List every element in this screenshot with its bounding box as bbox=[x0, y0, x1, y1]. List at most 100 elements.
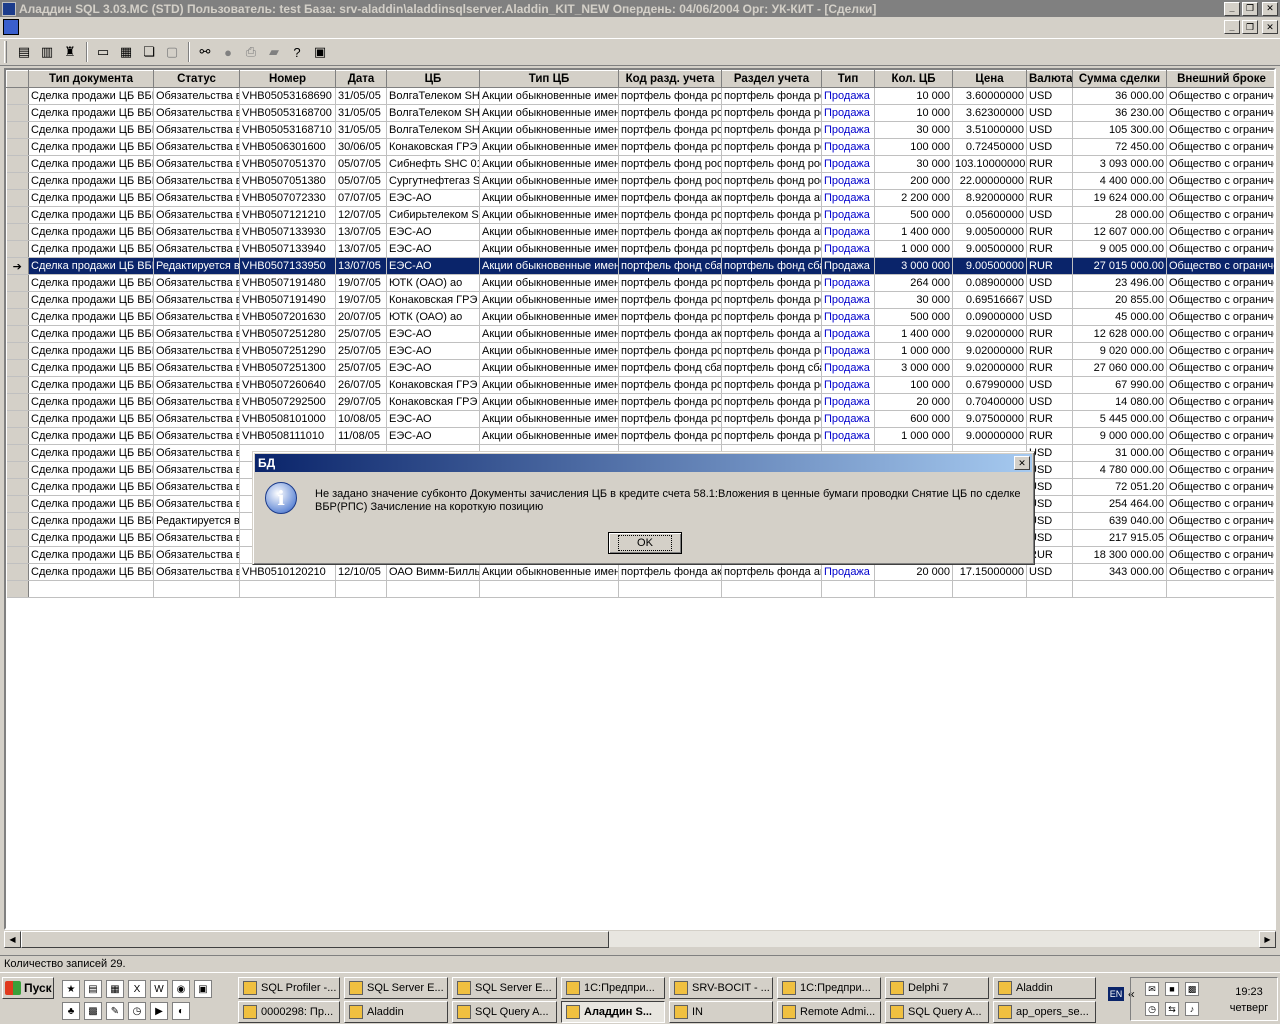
table-cell[interactable]: ЮТК (ОАО) ао bbox=[386, 274, 480, 292]
table-cell[interactable]: VHB0510120210 bbox=[239, 563, 336, 581]
table-cell[interactable]: Сделка продажи ЦБ ВБР bbox=[28, 223, 154, 241]
table-cell[interactable]: Акции обыкновенные имен bbox=[479, 189, 619, 207]
table-cell[interactable]: 05/07/05 bbox=[335, 155, 387, 173]
table-cell[interactable]: Сделка продажи ЦБ ВБР bbox=[28, 104, 154, 122]
table-cell[interactable]: Общество с ограниче bbox=[1166, 342, 1274, 360]
table-cell[interactable]: 19/07/05 bbox=[335, 274, 387, 292]
table-row[interactable]: Сделка продажи ЦБ ВБР Обязательства в VHB0… bbox=[6, 138, 1274, 156]
row-indicator[interactable] bbox=[6, 104, 29, 122]
table-cell[interactable]: Редактируется в bbox=[153, 257, 240, 275]
table-cell[interactable]: 105 300.00 bbox=[1072, 121, 1167, 139]
taskbar-button[interactable]: SQL Server E... bbox=[344, 977, 448, 999]
table-cell[interactable]: портфель фонда рс bbox=[721, 104, 822, 122]
table-cell[interactable]: портфель фонда рс bbox=[721, 87, 822, 105]
table-cell[interactable]: ВолгаТелеком SH bbox=[386, 104, 480, 122]
column-header[interactable]: Тип документа bbox=[28, 70, 154, 88]
table-cell[interactable]: 0.67990000 bbox=[952, 376, 1027, 394]
table-cell[interactable]: ЕЭС-АО bbox=[386, 427, 480, 445]
table-row[interactable]: Сделка продажи ЦБ ВБР Обязательства в VHB0… bbox=[6, 155, 1274, 173]
table-cell[interactable]: USD bbox=[1026, 138, 1073, 156]
table-cell[interactable]: ЕЭС-АО bbox=[386, 240, 480, 258]
table-cell[interactable]: 2 200 000 bbox=[874, 189, 953, 207]
taskbar-button[interactable]: 1С:Предпри... bbox=[777, 977, 881, 999]
row-indicator[interactable] bbox=[6, 563, 29, 581]
table-cell[interactable]: VHB0507292500 bbox=[239, 393, 336, 411]
table-cell[interactable]: Общество с ограниче bbox=[1166, 189, 1274, 207]
row-indicator[interactable] bbox=[6, 155, 29, 173]
table-cell[interactable]: Обязательства в bbox=[153, 87, 240, 105]
table-cell[interactable]: Общество с ограниче bbox=[1166, 325, 1274, 343]
table-row[interactable]: ➔ Сделка продажи ЦБ ВБР Редактируется в VHB… bbox=[6, 257, 1274, 275]
table-cell[interactable]: Общество с ограниче bbox=[1166, 206, 1274, 224]
horizontal-scrollbar[interactable]: ◀ ▶ bbox=[4, 930, 1276, 948]
table-row[interactable]: Сделка продажи ЦБ ВБР Обязательства в VHB0… bbox=[6, 87, 1274, 105]
quicklaunch-icon[interactable]: ◷ bbox=[128, 1002, 146, 1020]
table-cell[interactable]: USD bbox=[1026, 376, 1073, 394]
table-cell[interactable]: Акции обыкновенные имен bbox=[479, 257, 619, 275]
taskbar-button[interactable]: 1С:Предпри... bbox=[561, 977, 665, 999]
table-cell[interactable]: Акции обыкновенные имен bbox=[479, 427, 619, 445]
table-cell[interactable]: Обязательства в bbox=[153, 274, 240, 292]
table-cell[interactable]: Сибирьтелеком S bbox=[386, 206, 480, 224]
table-row[interactable]: Сделка продажи ЦБ ВБР Обязательства в VHB0… bbox=[6, 240, 1274, 258]
table-row[interactable]: Сделка продажи ЦБ ВБР Обязательства в VHB0… bbox=[6, 308, 1274, 326]
table-cell[interactable]: 31/05/05 bbox=[335, 104, 387, 122]
table-cell[interactable]: Конаковская ГРЭ bbox=[386, 291, 480, 309]
table-cell[interactable]: Общество с ограниче bbox=[1166, 461, 1274, 479]
table-cell[interactable]: Общество с ограниче bbox=[1166, 393, 1274, 411]
table-cell[interactable]: Обязательства в bbox=[153, 206, 240, 224]
table-cell[interactable]: Акции обыкновенные имен bbox=[479, 240, 619, 258]
table-cell[interactable]: ЕЭС-АО bbox=[386, 325, 480, 343]
table-cell[interactable]: портфель фонда рс bbox=[721, 410, 822, 428]
table-cell[interactable]: Сделка продажи ЦБ ВБР bbox=[28, 563, 154, 581]
table-cell[interactable]: VHB0507133930 bbox=[239, 223, 336, 241]
table-cell[interactable]: Общество с ограниче bbox=[1166, 155, 1274, 173]
table-cell[interactable]: Акции обыкновенные имен bbox=[479, 206, 619, 224]
table-cell[interactable]: ЕЭС-АО bbox=[386, 410, 480, 428]
table-cell[interactable]: 9.00500000 bbox=[952, 223, 1027, 241]
taskbar-button[interactable]: SQL Query A... bbox=[885, 1001, 989, 1023]
table-cell[interactable]: 3 093 000.00 bbox=[1072, 155, 1167, 173]
table-cell[interactable]: RUR bbox=[1026, 240, 1073, 258]
table-cell[interactable]: Обязательства в bbox=[153, 376, 240, 394]
table-cell[interactable]: Акции обыкновенные имен bbox=[479, 104, 619, 122]
table-cell[interactable]: портфель фонд сба bbox=[618, 257, 722, 275]
table-cell[interactable]: 10 000 bbox=[874, 87, 953, 105]
accounts-icon[interactable]: ♜ bbox=[59, 41, 81, 63]
table-cell[interactable]: портфель фонд рос bbox=[618, 155, 722, 173]
row-indicator[interactable] bbox=[6, 376, 29, 394]
column-header[interactable]: Дата bbox=[335, 70, 387, 88]
table-cell[interactable]: Акции обыкновенные имен bbox=[479, 563, 619, 581]
table-cell[interactable]: 1 000 000 bbox=[874, 342, 953, 360]
table-cell[interactable]: ЕЭС-АО bbox=[386, 359, 480, 377]
table-cell[interactable]: 1 400 000 bbox=[874, 223, 953, 241]
table-cell[interactable]: Акции обыкновенные имен bbox=[479, 274, 619, 292]
table-cell[interactable]: Обязательства в bbox=[153, 223, 240, 241]
table-cell[interactable]: VHB0507133940 bbox=[239, 240, 336, 258]
table-cell[interactable]: 3.62300000 bbox=[952, 104, 1027, 122]
table-cell[interactable]: 31 000.00 bbox=[1072, 444, 1167, 462]
table-cell[interactable]: портфель фонда рс bbox=[721, 138, 822, 156]
table-cell[interactable]: Обязательства в bbox=[153, 546, 240, 564]
table-cell[interactable]: 12/07/05 bbox=[335, 206, 387, 224]
table-cell[interactable]: VHB05053168700 bbox=[239, 104, 336, 122]
table-cell[interactable]: Обязательства в bbox=[153, 325, 240, 343]
table-cell[interactable]: 27 060 000.00 bbox=[1072, 359, 1167, 377]
row-indicator[interactable] bbox=[6, 529, 29, 547]
table-cell[interactable]: 30 000 bbox=[874, 121, 953, 139]
taskbar-button[interactable]: IN bbox=[669, 1001, 773, 1023]
table-cell[interactable]: Сделка продажи ЦБ ВБР bbox=[28, 87, 154, 105]
table-cell[interactable]: 10/08/05 bbox=[335, 410, 387, 428]
table-cell[interactable]: 20/07/05 bbox=[335, 308, 387, 326]
table-cell[interactable]: Сделка продажи ЦБ ВБР bbox=[28, 121, 154, 139]
bank-icon[interactable]: ▥ bbox=[36, 41, 58, 63]
table-cell[interactable]: 30 000 bbox=[874, 155, 953, 173]
table-cell[interactable]: 0.09000000 bbox=[952, 308, 1027, 326]
table-cell[interactable]: 28 000.00 bbox=[1072, 206, 1167, 224]
table-cell[interactable]: Обязательства в bbox=[153, 342, 240, 360]
table-cell[interactable]: USD bbox=[1026, 121, 1073, 139]
table-cell[interactable]: 3 000 000 bbox=[874, 359, 953, 377]
table-cell[interactable]: портфель фонда ро bbox=[618, 240, 722, 258]
table-cell[interactable]: портфель фонд рос bbox=[721, 155, 822, 173]
row-indicator[interactable] bbox=[6, 121, 29, 139]
